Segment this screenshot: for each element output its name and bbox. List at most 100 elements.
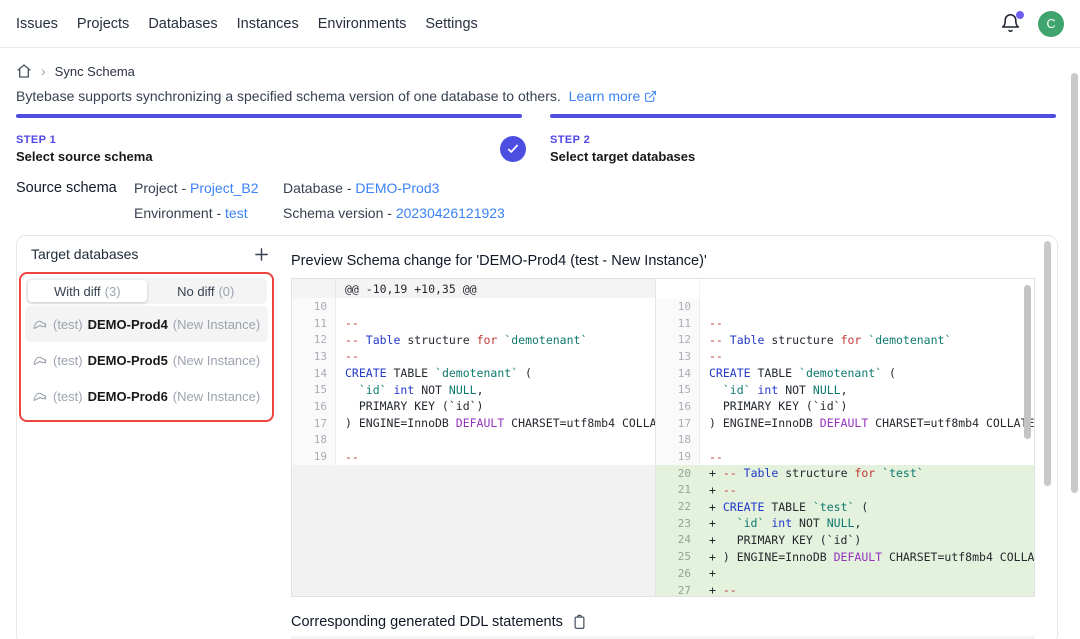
target-database-item[interactable]: (test)DEMO-Prod5(New Instance) [25,342,268,378]
home-icon[interactable] [16,63,32,79]
intro-description: Bytebase supports synchronizing a specif… [16,88,561,104]
field-value-link[interactable]: test [225,205,248,221]
avatar[interactable]: C [1038,11,1064,37]
add-target-database-button[interactable] [251,244,271,264]
nav-item-instances[interactable]: Instances [237,16,299,32]
diff-line-number: 13 [656,348,700,365]
field-value-link[interactable]: DEMO-Prod3 [355,180,439,196]
diff-line-code: -- [336,316,655,330]
diff-line-code: -- [700,316,1034,330]
diff-row: 17) ENGINE=InnoDB DEFAULT CHARSET=utf8mb… [656,415,1034,432]
card-scrollbar[interactable] [1044,241,1051,486]
field-label: Project - [134,180,190,196]
page-scrollbar[interactable] [1071,73,1078,493]
check-icon [506,142,520,156]
step1-progress-bar [16,114,522,118]
ddl-statements-row: Corresponding generated DDL statements [291,614,587,630]
target-database-item[interactable]: (test)DEMO-Prod4(New Instance) [25,306,268,342]
tab-with-diff[interactable]: With diff(3) [28,280,147,302]
copy-icon[interactable] [572,614,587,630]
field-label: Schema version - [283,205,396,221]
diff-line-number: 15 [656,381,700,398]
diff-line-number: 22 [656,498,700,515]
diff-line-number: 20 [656,465,700,482]
diff-line-number: 18 [292,432,336,449]
tab-no-diff[interactable]: No diff(0) [147,280,266,302]
diff-line-code: -- [336,349,655,363]
db-instance-suffix: (New Instance) [173,389,260,404]
target-database-list: (test) DEMO-Prod4 (New Instance) (test)DEMO… [21,306,272,414]
diff-line-number: 11 [656,315,700,332]
diff-pane-source: @@ -10,19 +10,35 @@ 1011--12-- Table str… [292,279,655,596]
db-name: DEMO-Prod4 [88,317,168,332]
intro-text: Bytebase supports synchronizing a specif… [16,88,657,106]
sync-schema-page: Issues Projects Databases Instances Environm… [0,0,1080,639]
target-database-item[interactable]: (test)DEMO-Prod6(New Instance) [25,378,268,414]
diff-line-number: 25 [656,548,700,565]
field-value-link[interactable]: 20230426121923 [396,205,505,221]
preview-title: Preview Schema change for 'DEMO-Prod4 (t… [291,253,707,269]
tab-count: (3) [105,284,121,299]
notification-dot [1016,11,1024,19]
diff-line-number: 13 [292,348,336,365]
diff-line-number: 10 [656,298,700,315]
nav-item-environments[interactable]: Environments [318,16,407,32]
diff-line-code: + ) ENGINE=InnoDB DEFAULT CHARSET=utf8mb… [700,550,1034,564]
diff-row: 20+ -- Table structure for `test` [656,465,1034,482]
diff-line-number: 21 [656,482,700,499]
diff-line-code: + -- Table structure for `test` [700,466,1034,480]
diff-line-code: + -- [700,483,1034,497]
diff-left-rows: 1011--12-- Table structure for `demotena… [292,298,655,596]
diff-line-code: + `id` int NOT NULL, [700,516,1034,530]
step1-label: Select source schema [16,149,153,164]
diff-row: 22+ CREATE TABLE `test` ( [656,498,1034,515]
schema-diff-editor: @@ -10,19 +10,35 @@ 1011--12-- Table str… [291,278,1035,597]
diff-line-code: CREATE TABLE `demotenant` ( [700,366,1034,380]
nav-item-databases[interactable]: Databases [148,16,217,32]
diff-line-number: 24 [656,532,700,549]
plus-icon [253,246,270,263]
diff-row: 10 [292,298,655,315]
diff-row: 16 PRIMARY KEY (`id`) [656,398,1034,415]
main-card: Target databases With diff(3)No diff(0) … [16,235,1058,639]
field-label: Environment - [134,205,225,221]
source-field: Database - DEMO-Prod3 [283,180,505,196]
source-field: Schema version - 20230426121923 [283,205,505,221]
diff-line-code: PRIMARY KEY (`id`) [700,399,1034,413]
nav-item-issues[interactable]: Issues [16,16,58,32]
diff-row: 14CREATE TABLE `demotenant` ( [292,365,655,382]
breadcrumb: › Sync Schema [16,63,135,79]
db-instance-suffix: (New Instance) [173,317,260,332]
diff-line-number: 10 [292,298,336,315]
top-nav: Issues Projects Databases Instances Environm… [0,0,1080,48]
db-environment: (test) [53,353,83,368]
diff-line-number: 16 [656,398,700,415]
db-name: DEMO-Prod6 [88,389,168,404]
learn-more-link[interactable]: Learn more [569,88,641,104]
diff-row: 13-- [292,348,655,365]
diff-row: 19-- [656,448,1034,465]
notification-bell-button[interactable] [1000,13,1022,35]
diff-line-code: -- Table structure for `demotenant` [700,333,1034,347]
diff-line-number: 19 [292,448,336,465]
nav-item-projects[interactable]: Projects [77,16,129,32]
diff-line-code: -- [700,349,1034,363]
field-value-link[interactable]: Project_B2 [190,180,258,196]
diff-row: 12-- Table structure for `demotenant` [292,331,655,348]
nav-right: C [1000,11,1064,37]
nav-item-settings[interactable]: Settings [425,16,477,32]
diff-line-number: 18 [656,432,700,449]
diff-line-number: 19 [656,448,700,465]
diff-pane-scrollbar[interactable] [1024,285,1031,439]
diff-row: 27+ -- [656,582,1034,596]
diff-row: 10 [656,298,1034,315]
diff-line-number: 11 [292,315,336,332]
target-list-highlight-box: With diff(3)No diff(0) (test)DEMO-Prod4(… [19,272,274,422]
diff-row: 21+ -- [656,482,1034,499]
diff-line-code: + PRIMARY KEY (`id`) [700,533,1034,547]
external-link-icon [644,90,657,106]
diff-line-code: PRIMARY KEY (`id`) [336,399,655,413]
diff-row: 11-- [292,315,655,332]
diff-pane-target: 1011--12-- Table structure for `demotena… [655,279,1034,596]
diff-row: 13-- [656,348,1034,365]
